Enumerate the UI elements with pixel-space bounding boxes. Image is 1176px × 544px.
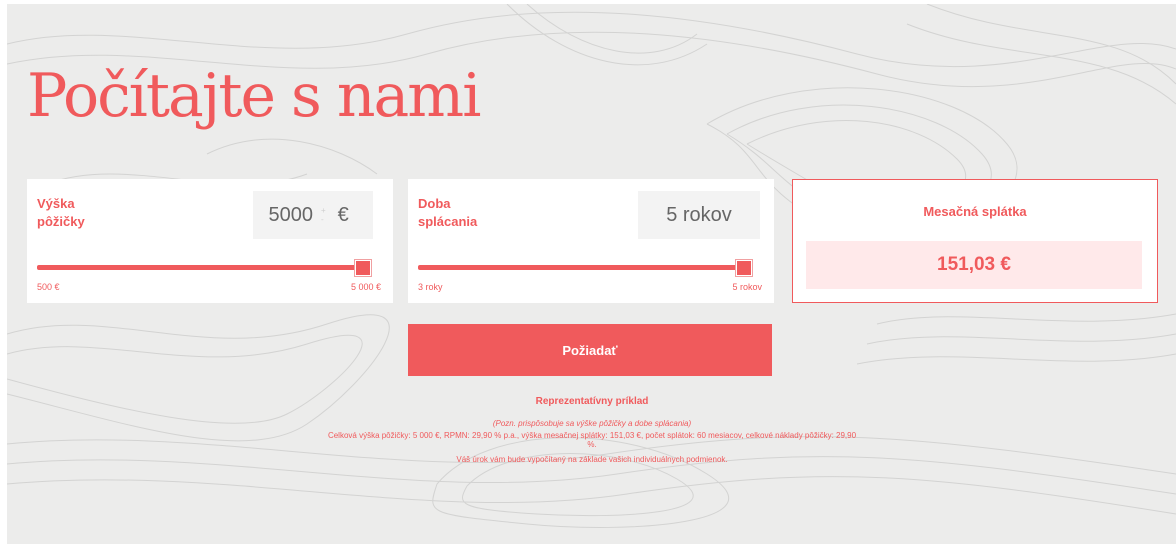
loan-amount-input[interactable]: 5000 [253,204,314,227]
representative-example-note: (Pozn. prispôsobuje sa výške pôžičky a d… [492,419,692,428]
repayment-term-field[interactable]: 5 rokov [638,191,760,239]
term-max-label: 5 rokov [732,282,762,292]
calculator-section: Počítajte s nami Výška pôžičky 5000 + - … [7,4,1176,544]
amount-min-label: 500 € [37,282,60,292]
repayment-term-slider[interactable] [418,260,752,276]
loan-amount-card: Výška pôžičky 5000 + - € 500 € 5 000 € [27,179,393,303]
representative-example: Reprezentatívny príklad (Pozn. prispôsob… [327,396,857,470]
apply-button[interactable]: Požiadať [408,324,772,376]
monthly-payment-card: Mesačná splátka 151,03 € [792,179,1158,303]
representative-example-details: Celková výška pôžičky: 5 000 €, RPMN: 29… [327,431,857,449]
representative-example-title: Reprezentatívny príklad [535,396,649,407]
term-min-label: 3 roky [418,282,443,292]
monthly-payment-value: 151,03 € [806,241,1142,289]
loan-amount-slider-handle[interactable] [355,260,371,276]
repayment-term-slider-handle[interactable] [736,260,752,276]
repayment-term-value[interactable]: 5 rokov [666,204,732,227]
repayment-term-card: Doba splácania 5 rokov 3 roky 5 rokov [408,179,774,303]
repayment-term-label: Doba splácania [418,196,478,229]
stepper-down-icon[interactable]: - [321,215,326,224]
monthly-payment-label: Mesačná splátka [923,204,1027,219]
page-title: Počítajte s nami [27,61,481,131]
loan-amount-slider[interactable] [37,260,371,276]
loan-amount-field[interactable]: 5000 + - € [253,191,373,239]
amount-max-label: 5 000 € [350,282,381,292]
stepper-up-icon[interactable]: + [321,206,326,215]
loan-amount-label: Výška pôžičky [37,196,85,229]
currency-symbol: € [337,203,349,226]
amount-stepper[interactable]: + - [321,206,326,224]
representative-example-disclaimer: Váš úrok vám bude vypočítaný na základe … [456,455,728,464]
